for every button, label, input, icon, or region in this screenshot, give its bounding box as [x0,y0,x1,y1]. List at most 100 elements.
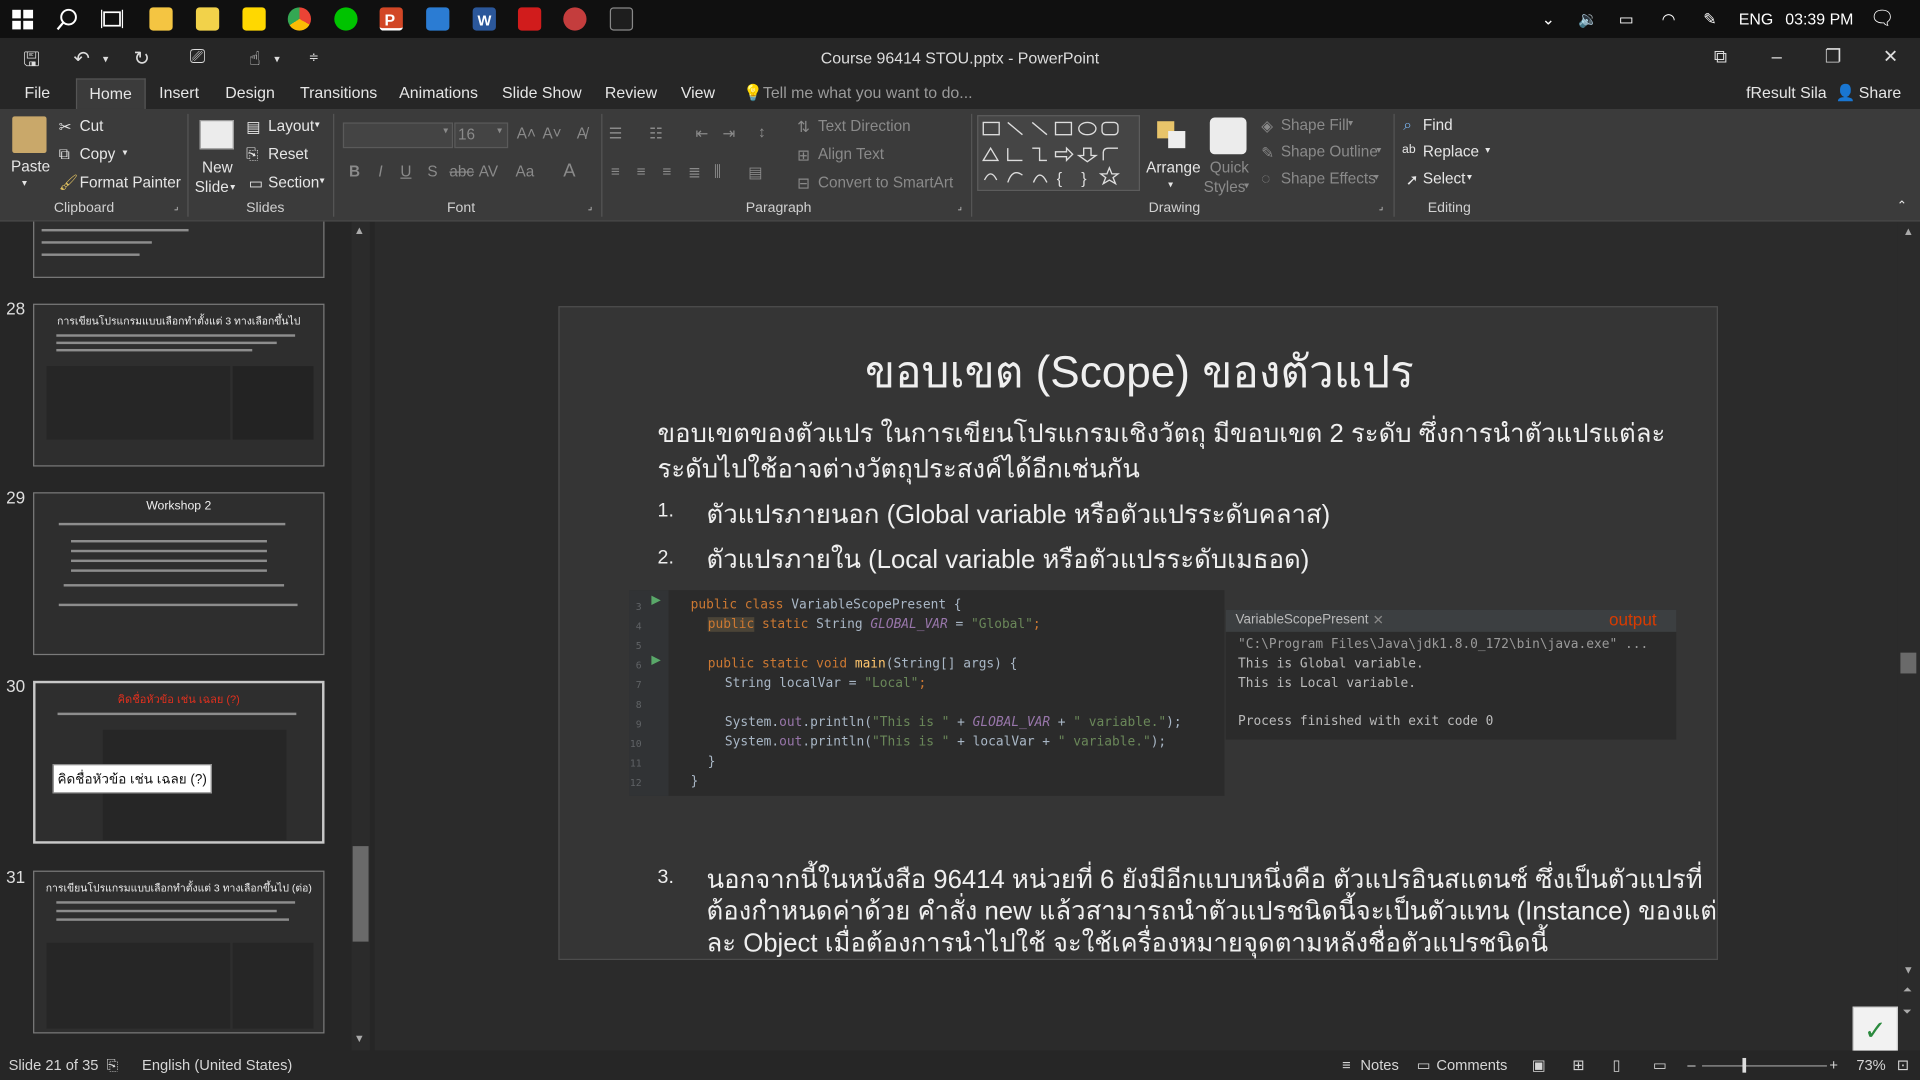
tab-animations[interactable]: Animations [399,83,478,101]
chevron-down-icon[interactable]: ▾ [274,53,280,66]
chevron-down-icon[interactable]: ▾ [320,175,325,186]
scroll-down-icon[interactable]: ▼ [1903,964,1914,976]
select-button[interactable]: Select [1423,170,1466,187]
new-slide-button-line2[interactable]: Slide [195,179,229,196]
language-indicator[interactable]: ENG [1739,0,1773,38]
chevron-up-icon[interactable]: ⌄ [1542,0,1555,38]
scroll-down-icon[interactable]: ▼ [354,1032,365,1044]
numbering-icon[interactable]: ☷ [649,124,663,142]
align-center-icon[interactable]: ≡ [637,163,646,180]
chevron-down-icon[interactable]: ▾ [497,125,502,136]
find-icon[interactable]: ⌕ [1403,116,1412,134]
copy-icon[interactable]: ⧉ [59,146,70,164]
spell-check-icon[interactable]: ⎘ [107,1057,119,1075]
checkmark-icon[interactable]: ✓ [1852,1006,1898,1052]
close-button[interactable]: ✕ [1873,44,1907,71]
line-spacing-icon[interactable]: ↕ [758,124,766,141]
slide-thumbnail[interactable] [33,221,325,278]
run-icon[interactable]: ▶ [651,594,660,607]
zoom-slider[interactable] [1702,1065,1827,1067]
clear-formatting-icon[interactable]: A̸ [577,125,587,142]
shape-effects-icon[interactable]: ◌ [1261,170,1270,187]
chevron-down-icon[interactable]: ▾ [1485,144,1490,155]
font-color-icon[interactable]: A [563,160,575,181]
find-button[interactable]: Find [1423,116,1453,133]
chevron-down-icon[interactable]: ▾ [103,53,109,66]
task-view-icon[interactable] [100,7,124,30]
shadow-icon[interactable]: S [427,163,437,180]
columns-icon[interactable]: ⫼ [714,163,721,181]
clock[interactable]: 03:39 PM [1785,0,1853,38]
adobe-reader-icon[interactable] [517,7,542,31]
new-slide-icon[interactable] [199,120,234,150]
zoom-in-icon[interactable]: + [1829,1057,1838,1074]
font-name-dropdown[interactable] [342,122,454,149]
run-icon[interactable]: ▶ [651,654,660,667]
slide-show-icon[interactable]: ▭ [1653,1057,1667,1074]
app-icon[interactable] [242,7,266,31]
file-explorer-icon[interactable] [149,7,173,31]
smartart-icon[interactable]: ⊟ [797,174,810,192]
terminal-icon[interactable] [609,7,634,31]
copy-button[interactable]: Copy [80,146,116,163]
scroll-up-icon[interactable]: ▲ [1903,225,1914,237]
scrollbar-thumb[interactable] [1900,652,1917,674]
undo-icon[interactable]: ↶ [73,47,89,71]
user-name[interactable]: fResult Sila [1746,83,1827,101]
notes-button[interactable]: Notes [1360,1057,1398,1074]
search-icon[interactable] [56,7,79,31]
slide-sorter-icon[interactable]: ⊞ [1572,1057,1584,1074]
zoom-level[interactable]: 73% [1856,1057,1885,1074]
align-text-icon[interactable]: ⊞ [797,146,810,164]
slide-thumbnail[interactable]: การเขียนโปรแกรมแบบเลือกทำตั้งแต่ 3 ทางเล… [33,303,325,467]
reset-button[interactable]: Reset [268,146,308,163]
tab-design[interactable]: Design [225,83,275,101]
next-slide-icon[interactable]: ⏷ [1903,1005,1912,1018]
cut-button[interactable]: Cut [80,118,104,135]
tab-review[interactable]: Review [605,83,657,101]
quick-styles-button-line2[interactable]: Styles [1204,179,1246,196]
bold-icon[interactable]: B [349,163,360,180]
shapes-gallery[interactable]: {} [977,115,1141,192]
tab-home[interactable]: Home [75,78,146,111]
touch-mode-icon[interactable]: ☝ [249,47,261,71]
chevron-down-icon[interactable]: ▾ [230,181,235,192]
share-button[interactable]: Share [1859,83,1901,101]
customize-toolbar-icon[interactable]: ≑ [309,51,319,64]
layout-icon[interactable]: ▤ [246,118,260,136]
strikethrough-icon[interactable]: abc [449,163,474,180]
dialog-launcher-icon[interactable]: ⌟ [174,201,179,212]
slide-counter[interactable]: Slide 21 of 35 [9,1057,99,1074]
tab-transitions[interactable]: Transitions [300,83,377,101]
shape-outline-icon[interactable]: ✎ [1261,143,1274,161]
save-icon[interactable]: 🖫 [23,47,40,80]
replace-button[interactable]: Replace [1423,143,1479,160]
align-text-box-icon[interactable]: ▤ [748,163,762,181]
increase-font-icon[interactable]: A˄ [517,125,536,142]
arrange-button[interactable]: Arrange [1146,159,1200,176]
editor-scrollbar[interactable]: ▲ ▼ ⏶ ⏷ [1897,221,1920,1051]
zoom-slider-handle[interactable] [1742,1057,1747,1073]
tab-file[interactable]: File [24,83,50,101]
character-spacing-icon[interactable]: AV [479,163,498,180]
zoom-out-icon[interactable]: – [1687,1057,1695,1074]
chrome-icon[interactable] [287,7,312,31]
comments-icon[interactable]: ▭ [1417,1057,1431,1074]
language-status[interactable]: English (United States) [142,1057,292,1074]
chevron-down-icon[interactable]: ▾ [1168,179,1173,190]
tab-view[interactable]: View [681,83,715,101]
underline-icon[interactable]: U [400,163,411,180]
word-icon[interactable]: W [472,7,496,31]
battery-icon[interactable]: ▭ [1619,0,1634,38]
dialog-launcher-icon[interactable]: ⌟ [1379,201,1384,212]
chevron-down-icon[interactable]: ▾ [1467,171,1472,182]
scissors-icon[interactable]: ✂ [59,118,72,136]
align-text-button[interactable]: Align Text [818,146,884,163]
collapse-ribbon-icon[interactable]: ⌃ [1897,200,1907,213]
slide-thumbnail-selected[interactable]: คิดชื่อหัวข้อ เช่น เฉลย (?) คิดชื่อหัวข้… [33,680,325,844]
layout-button[interactable]: Layout [268,118,314,135]
thumbnail-scrollbar[interactable]: ▲ ▼ [351,221,370,1051]
chevron-down-icon[interactable]: ▾ [315,119,320,130]
previous-slide-icon[interactable]: ⏶ [1903,983,1912,996]
tell-me-input[interactable]: Tell me what you want to do... [763,83,973,101]
